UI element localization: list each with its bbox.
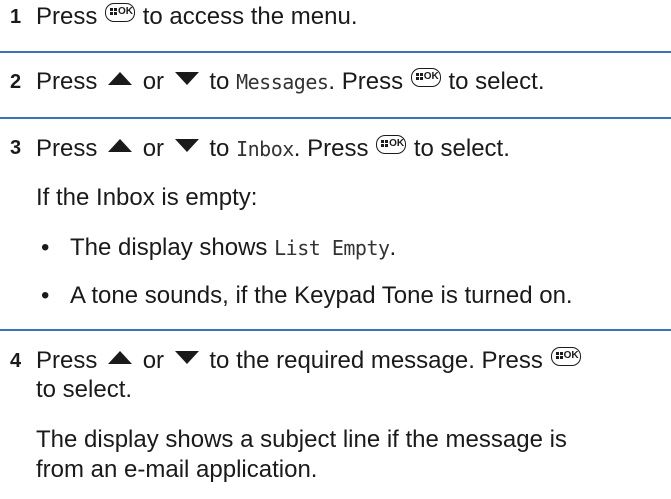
step-4-line-2: to select. xyxy=(36,376,133,403)
step-number: 3 xyxy=(10,137,22,159)
step-4-line: Press or to the required message. Press … xyxy=(36,346,582,376)
down-arrow-icon xyxy=(174,139,199,152)
menu-ok-key-icon: OK xyxy=(376,135,407,154)
step-text: . Press xyxy=(328,68,404,95)
menu-ok-key-icon: OK xyxy=(410,68,441,87)
display-text: List Empty xyxy=(274,236,390,260)
bullet-marker: • xyxy=(41,234,50,261)
step-divider xyxy=(0,117,671,119)
step-3-condition: If the Inbox is empty: xyxy=(36,184,258,211)
step-2-line: Press or to Messages. Press OK to select… xyxy=(36,67,544,97)
step-4-paragraph-1: The display shows a subject line if the … xyxy=(36,426,567,453)
menu-item-name: Inbox xyxy=(236,137,294,161)
bullet-text: The display shows xyxy=(70,234,268,261)
step-text: to select. xyxy=(413,135,510,162)
down-arrow-icon xyxy=(174,351,199,364)
step-number: 2 xyxy=(10,71,22,93)
step-text: Press xyxy=(36,347,98,374)
step-text: or xyxy=(142,68,165,95)
bullet-item: The display shows List Empty. xyxy=(70,233,396,263)
up-arrow-icon xyxy=(108,351,133,364)
down-arrow-icon xyxy=(174,72,199,85)
bullet-item: A tone sounds, if the Keypad Tone is tur… xyxy=(70,281,573,311)
step-text: Press xyxy=(36,135,98,162)
step-text: to xyxy=(209,135,230,162)
step-text: Press xyxy=(36,3,98,30)
step-divider xyxy=(0,329,671,331)
menu-ok-key-icon: OK xyxy=(105,3,136,22)
menu-item-name: Messages xyxy=(236,70,329,94)
step-4-paragraph-2: from an e-mail application. xyxy=(36,456,318,483)
step-text: or xyxy=(142,135,165,162)
step-text: or xyxy=(142,347,165,374)
up-arrow-icon xyxy=(108,72,133,85)
bullet-text: . xyxy=(389,234,397,261)
step-1-line: Press OK to access the menu. xyxy=(36,2,357,32)
step-text: to the required message. Press xyxy=(209,347,543,374)
bullet-marker: • xyxy=(41,282,50,309)
step-text: to select. xyxy=(448,68,545,95)
step-divider xyxy=(0,51,671,53)
step-number: 4 xyxy=(10,350,22,372)
up-arrow-icon xyxy=(108,139,133,152)
bullet-text: A tone sounds, if the Keypad Tone is tur… xyxy=(70,282,573,309)
step-text: Press xyxy=(36,68,98,95)
step-3-line: Press or to Inbox. Press OK to select. xyxy=(36,134,510,164)
step-text: . Press xyxy=(293,135,369,162)
step-number: 1 xyxy=(10,6,22,28)
step-text: to access the menu. xyxy=(142,3,358,30)
menu-ok-key-icon: OK xyxy=(550,347,581,366)
step-text: to xyxy=(209,68,230,95)
